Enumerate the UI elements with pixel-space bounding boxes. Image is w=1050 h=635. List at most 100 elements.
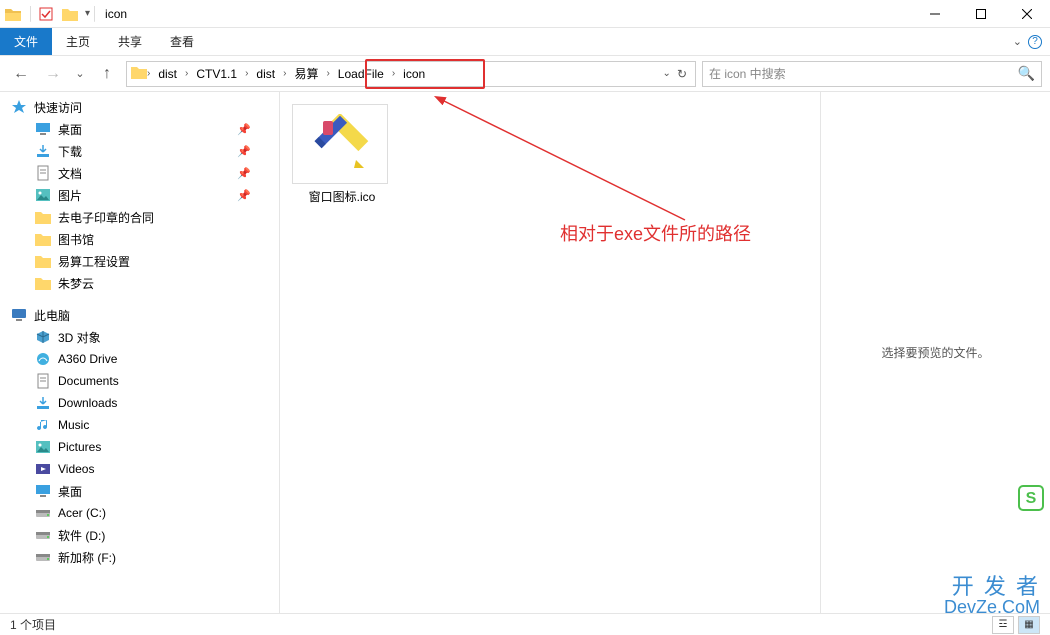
breadcrumb-item[interactable]: 易算 — [286, 62, 326, 86]
download-icon — [34, 394, 52, 412]
title-bar: ▾ icon — [0, 0, 1050, 28]
svg-text:S: S — [1026, 490, 1037, 507]
sidebar-item[interactable]: Acer (C:) — [0, 502, 279, 524]
drive-icon — [34, 548, 52, 566]
sidebar-item-label: 3D 对象 — [58, 329, 101, 346]
folder-icon — [34, 208, 52, 226]
sidebar-item[interactable]: A360 Drive — [0, 348, 279, 370]
tab-file[interactable]: 文件 — [0, 28, 52, 55]
quick-access-check-icon[interactable] — [37, 5, 55, 23]
quick-access-label: 快速访问 — [34, 99, 82, 116]
breadcrumb-item[interactable]: icon — [395, 62, 433, 86]
quick-folder-icon[interactable] — [61, 5, 79, 23]
sidebar-item[interactable]: 新加称 (F:) — [0, 546, 279, 568]
sidebar-item[interactable]: 图书馆 — [0, 228, 279, 250]
drive-icon — [34, 504, 52, 522]
sogou-ime-icon[interactable]: S — [1018, 485, 1044, 511]
nav-bar: ← → ⌄ ↑ › dist › CTV1.1 › dist › 易算 › Lo… — [0, 56, 1050, 92]
sidebar-item[interactable]: 去电子印章的合同 — [0, 206, 279, 228]
sidebar-item[interactable]: Pictures — [0, 436, 279, 458]
sidebar-item[interactable]: 桌面 — [0, 480, 279, 502]
tab-view[interactable]: 查看 — [156, 28, 208, 55]
sidebar-item[interactable]: 3D 对象 — [0, 326, 279, 348]
forward-button[interactable]: → — [40, 61, 66, 87]
music-icon — [34, 416, 52, 434]
breadcrumb-item[interactable]: dist — [150, 62, 185, 86]
sidebar-item[interactable]: Documents — [0, 370, 279, 392]
dropdown-icon[interactable]: ▾ — [85, 8, 90, 19]
breadcrumb-item[interactable]: dist — [248, 62, 283, 86]
this-pc-header[interactable]: 此电脑 — [0, 304, 279, 326]
sidebar-item[interactable]: Videos — [0, 458, 279, 480]
pin-icon: 📌 — [237, 145, 251, 158]
sidebar-item[interactable]: 图片 📌 — [0, 184, 279, 206]
file-thumbnail — [292, 104, 388, 184]
pc-icon — [10, 306, 28, 324]
folder-icon — [34, 252, 52, 270]
close-button[interactable] — [1004, 0, 1050, 28]
sidebar-item-label: Documents — [58, 374, 119, 388]
breadcrumb-item[interactable]: LoadFile — [330, 62, 392, 86]
pictures-icon — [34, 186, 52, 204]
drive-icon — [34, 526, 52, 544]
sidebar-item[interactable]: 易算工程设置 — [0, 250, 279, 272]
tab-home[interactable]: 主页 — [52, 28, 104, 55]
sidebar-item-label: Acer (C:) — [58, 506, 106, 520]
ribbon-collapse-icon[interactable]: ⌄ — [1013, 35, 1022, 48]
pin-icon: 📌 — [237, 189, 251, 202]
videos-icon — [34, 460, 52, 478]
tab-share[interactable]: 共享 — [104, 28, 156, 55]
sidebar-item-label: 桌面 — [58, 483, 82, 500]
address-dropdown-icon[interactable]: ⌄ — [663, 68, 671, 79]
document-icon — [34, 164, 52, 182]
folder-icon — [34, 274, 52, 292]
preview-pane: 选择要预览的文件。 — [820, 92, 1050, 613]
sidebar-item-label: 去电子印章的合同 — [58, 209, 154, 226]
pin-icon: 📌 — [237, 167, 251, 180]
document-icon — [34, 372, 52, 390]
sidebar-item[interactable]: 桌面📌 — [0, 118, 279, 140]
quick-access-header[interactable]: 快速访问 — [0, 96, 279, 118]
sidebar-item-label: 下载 — [58, 143, 82, 160]
desktop-icon — [34, 120, 52, 138]
watermark-line2: DevZe.CoM — [944, 598, 1040, 617]
sidebar-item-label: 朱梦云 — [58, 275, 94, 292]
file-name: 窗口图标.ico — [292, 188, 392, 205]
nav-tree[interactable]: 快速访问 桌面📌下载📌文档📌图片📌去电子印章的合同图书馆易算工程设置朱梦云 此电… — [0, 92, 280, 613]
desktop-icon — [34, 482, 52, 500]
separator — [94, 6, 95, 22]
help-icon[interactable]: ? — [1028, 35, 1042, 49]
sidebar-item-label: 易算工程设置 — [58, 253, 130, 270]
this-pc-label: 此电脑 — [34, 307, 70, 324]
details-view-button[interactable]: ☲ — [992, 616, 1014, 634]
maximize-button[interactable] — [958, 0, 1004, 28]
address-bar[interactable]: › dist › CTV1.1 › dist › 易算 › LoadFile ›… — [126, 61, 696, 87]
breadcrumb-item[interactable]: CTV1.1 — [188, 62, 245, 86]
item-count: 1 个项目 — [10, 616, 56, 633]
sidebar-item[interactable]: 软件 (D:) — [0, 524, 279, 546]
sidebar-item[interactable]: 文档📌 — [0, 162, 279, 184]
sidebar-item[interactable]: 下载 📌 — [0, 140, 279, 162]
sidebar-item-label: 软件 (D:) — [58, 527, 105, 544]
sidebar-item-label: 新加称 (F:) — [58, 549, 116, 566]
recent-dropdown[interactable]: ⌄ — [72, 61, 88, 87]
separator — [30, 6, 31, 22]
search-icon[interactable]: 🔍 — [1018, 65, 1035, 82]
sidebar-item[interactable]: Music — [0, 414, 279, 436]
sidebar-item-label: Downloads — [58, 396, 117, 410]
address-folder-icon — [131, 65, 147, 82]
sidebar-item-label: 图书馆 — [58, 231, 94, 248]
sidebar-item[interactable]: 朱梦云 — [0, 272, 279, 294]
sidebar-item-label: 图片 — [58, 187, 82, 204]
refresh-icon[interactable]: ↻ — [677, 67, 687, 81]
file-list[interactable]: 窗口图标.ico — [280, 92, 820, 613]
back-button[interactable]: ← — [8, 61, 34, 87]
minimize-button[interactable] — [912, 0, 958, 28]
download-icon — [34, 142, 52, 160]
sidebar-item[interactable]: Downloads — [0, 392, 279, 414]
file-item[interactable]: 窗口图标.ico — [292, 104, 392, 601]
icons-view-button[interactable]: ▦ — [1018, 616, 1040, 634]
search-box[interactable]: 在 icon 中搜索 🔍 — [702, 61, 1042, 87]
up-button[interactable]: ↑ — [94, 61, 120, 87]
watermark-line1: 开 发 者 — [944, 575, 1040, 598]
